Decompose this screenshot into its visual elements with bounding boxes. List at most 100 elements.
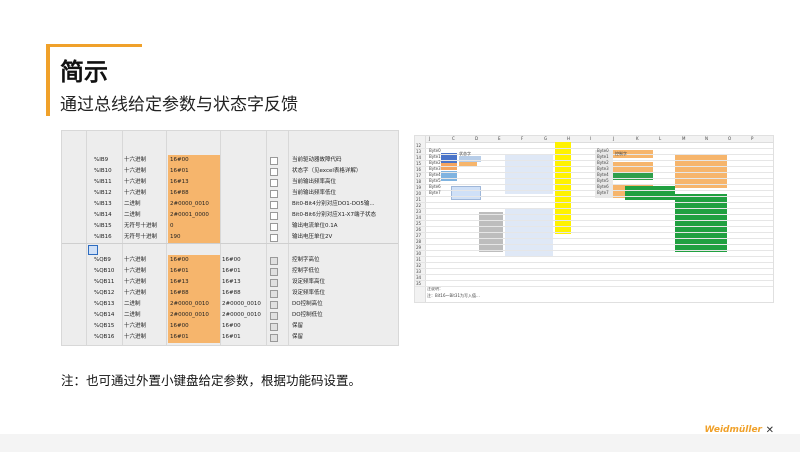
column-header: J — [613, 136, 615, 141]
grid-line — [415, 220, 773, 221]
byte-label: Byte6 — [597, 184, 609, 189]
address-cell: %IB13 — [94, 201, 112, 207]
modify-checkbox[interactable] — [270, 268, 278, 276]
modify-value-cell[interactable]: 16#13 — [222, 277, 266, 288]
modify-value-cell[interactable]: 16#00 — [222, 255, 266, 266]
modify-checkbox[interactable] — [270, 179, 278, 187]
modify-checkbox[interactable] — [270, 234, 278, 242]
monitor-value-cell[interactable]: 16#01 — [168, 332, 220, 343]
display-format-cell: 十六进制 — [124, 179, 147, 185]
byte-label: Byte1 — [597, 154, 609, 159]
comment-cell: 输出电压单位2V — [292, 234, 333, 240]
table-row: %QB9 十六进制 16#00 16#00 控制字高位 — [62, 255, 398, 266]
monitor-value-cell[interactable]: 2#0001_0000 — [168, 210, 220, 221]
grid-line — [415, 190, 773, 191]
monitor-value-cell[interactable]: 16#01 — [168, 166, 220, 177]
modify-checkbox[interactable] — [270, 323, 278, 331]
grid-line — [415, 178, 773, 179]
modify-value-cell[interactable]: 16#00 — [222, 321, 266, 332]
add-row-icon[interactable] — [88, 245, 98, 255]
monitor-value-cell[interactable]: 16#88 — [168, 288, 220, 299]
modify-value-cell[interactable]: 16#01 — [222, 332, 266, 343]
monitor-value-cell[interactable]: 2#0000_0010 — [168, 199, 220, 210]
display-format-cell: 十六进制 — [124, 190, 147, 196]
modify-checkbox[interactable] — [270, 157, 278, 165]
grid-line — [415, 238, 773, 239]
byte-label: Byte4 — [597, 172, 609, 177]
display-format-cell: 十六进制 — [124, 257, 147, 263]
column-header: D — [475, 136, 479, 141]
modify-checkbox[interactable] — [270, 212, 278, 220]
table-row: %QB14 二进制 2#0000_0010 2#0000_0010 DO控制低位 — [62, 310, 398, 321]
byte-label: Byte5 — [429, 178, 441, 183]
table-row: %IB13 二进制 2#0000_0010 Bit0-Bit4分别对应DO1-DO5输… — [62, 199, 398, 210]
status-word-label: 状态字 — [459, 151, 471, 156]
monitor-value-cell[interactable]: 16#13 — [168, 177, 220, 188]
address-cell: %QB9 — [94, 257, 111, 263]
monitor-value-cell[interactable]: 2#0000_0010 — [168, 310, 220, 321]
table-row: %IB15 无符号十进制 0 输出电流单位0.1A — [62, 221, 398, 232]
modify-value-cell[interactable]: 16#88 — [222, 288, 266, 299]
modify-checkbox[interactable] — [270, 168, 278, 176]
comment-cell: DO控制高位 — [292, 301, 323, 307]
address-cell: %IB10 — [94, 168, 112, 174]
column-header: L — [659, 136, 662, 141]
monitor-value-cell[interactable]: 16#01 — [168, 266, 220, 277]
modify-checkbox[interactable] — [270, 279, 278, 287]
modify-checkbox[interactable] — [270, 201, 278, 209]
monitor-value-cell[interactable]: 0 — [168, 221, 220, 232]
monitor-value-cell[interactable]: 16#00 — [168, 255, 220, 266]
modify-value-cell[interactable]: 16#01 — [222, 266, 266, 277]
sheet-bottom-note: 注：Bit16～Bit31为写入值... — [427, 293, 480, 298]
slide: 简示 通过总线给定参数与状态字反馈 %IB9 十六进制 16#00 当前驱动器故障代码… — [0, 0, 800, 452]
byte-label: Byte3 — [597, 166, 609, 171]
grid-line — [415, 214, 773, 215]
table-row: %IB9 十六进制 16#00 当前驱动器故障代码 — [62, 155, 398, 166]
modify-checkbox[interactable] — [270, 290, 278, 298]
monitor-value-cell[interactable]: 2#0000_0010 — [168, 299, 220, 310]
address-cell: %QB16 — [94, 334, 115, 340]
comment-cell: 当前驱动器故障代码 — [292, 157, 342, 163]
modify-value-cell[interactable]: 2#0000_0010 — [222, 299, 266, 310]
table-row: %QB10 十六进制 16#01 16#01 控制字低位 — [62, 266, 398, 277]
title-accent-bar — [46, 46, 50, 116]
modify-checkbox[interactable] — [270, 334, 278, 342]
address-cell: %IB14 — [94, 212, 112, 218]
blue-cell-block — [451, 186, 481, 200]
byte-label: Byte5 — [597, 178, 609, 183]
address-cell: %IB15 — [94, 223, 112, 229]
modify-checkbox[interactable] — [270, 257, 278, 265]
comment-cell: DO控制低位 — [292, 312, 323, 318]
grid-line — [415, 202, 773, 203]
display-format-cell: 十六进制 — [124, 334, 147, 340]
column-header: P — [751, 136, 754, 141]
monitor-value-cell[interactable]: 16#88 — [168, 188, 220, 199]
display-format-cell: 十六进制 — [124, 323, 147, 329]
monitor-value-cell[interactable]: 16#00 — [168, 155, 220, 166]
comment-cell: 控制字低位 — [292, 268, 320, 274]
monitor-value-cell[interactable]: 190 — [168, 232, 220, 243]
grid-line — [415, 184, 773, 185]
column-header: E — [498, 136, 501, 141]
grid-line — [415, 274, 773, 275]
byte-label: Byte3 — [429, 166, 441, 171]
monitor-value-cell[interactable]: 16#13 — [168, 277, 220, 288]
comment-cell: 当前输出频率高位 — [292, 179, 337, 185]
monitor-value-cell[interactable]: 16#00 — [168, 321, 220, 332]
orange-cell-block — [613, 162, 653, 172]
display-format-cell: 二进制 — [124, 301, 141, 307]
column-header: C — [452, 136, 455, 141]
modify-checkbox[interactable] — [270, 223, 278, 231]
modify-value-cell[interactable]: 2#0000_0010 — [222, 310, 266, 321]
display-format-cell: 十六进制 — [124, 157, 147, 163]
modify-checkbox[interactable] — [270, 190, 278, 198]
display-format-cell: 二进制 — [124, 212, 141, 218]
modify-checkbox[interactable] — [270, 301, 278, 309]
green-cell-block — [625, 186, 675, 200]
comment-cell: Bit0-Bit6分别对应X1-X7端子状态 — [292, 212, 376, 218]
address-cell: %IB9 — [94, 157, 109, 163]
modify-checkbox[interactable] — [270, 312, 278, 320]
grid-line — [415, 244, 773, 245]
comment-cell: 设定频率高位 — [292, 279, 326, 285]
table-row: %IB16 无符号十进制 190 输出电压单位2V — [62, 232, 398, 243]
